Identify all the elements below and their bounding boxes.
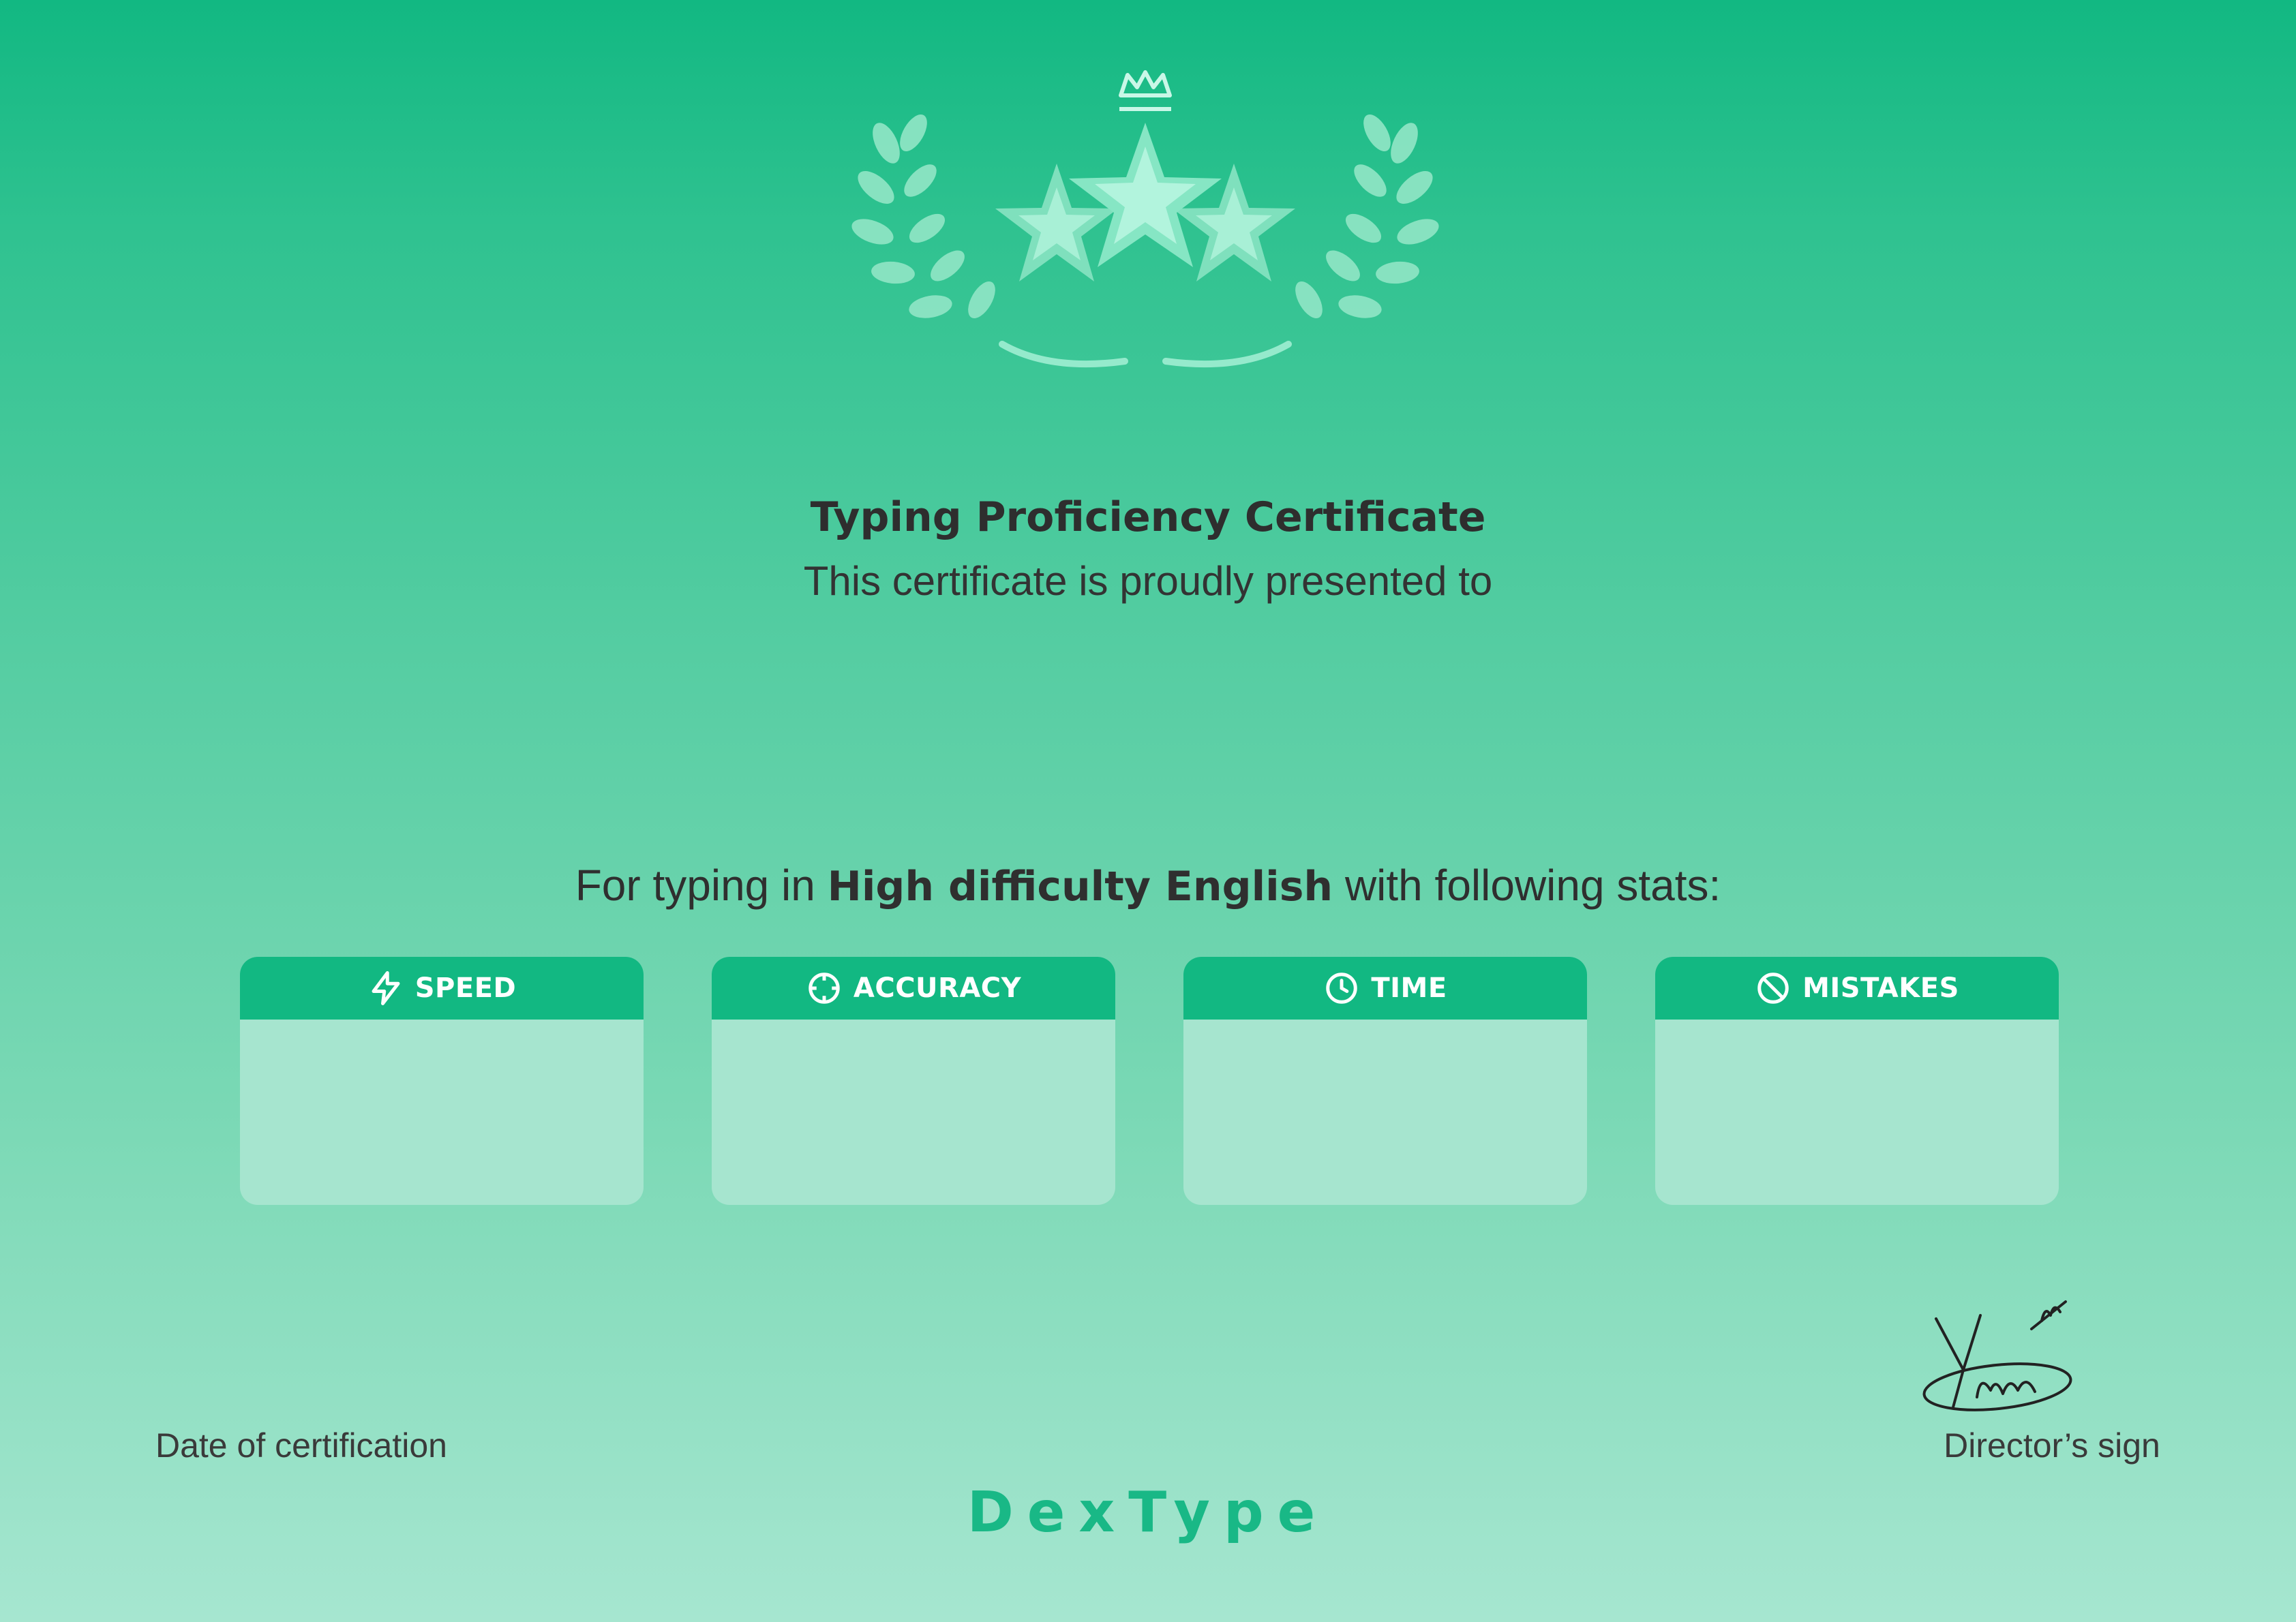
brand-logo: DexType [967,1480,1329,1545]
director-signature [1922,1300,2072,1411]
stat-label: TIME [1371,973,1447,1004]
target-icon [809,973,840,1004]
stat-card-speed: SPEED [240,957,644,1205]
left-laurel-icon [851,114,995,319]
stats-intro-after: with following stats: [1333,861,1721,910]
stat-card-mistakes: MISTAKES [1655,957,2059,1205]
lightning-icon [372,971,400,1005]
stat-card-accuracy: ACCURACY [712,957,1115,1205]
stat-label: MISTAKES [1802,973,1959,1004]
clock-icon [1326,973,1358,1004]
prohibited-icon [1757,973,1789,1004]
date-of-certification-label: Date of certification [155,1426,447,1465]
stats-intro-before: For typing in [575,861,828,910]
stat-card-header: ACCURACY [712,957,1115,1020]
stars-icon [995,123,1295,281]
stat-value-area [240,1020,644,1205]
stat-label: ACCURACY [853,973,1022,1004]
certificate-title: Typing Proficiency Certificate [810,493,1486,541]
stat-value-area [1655,1020,2059,1205]
stat-card-header: TIME [1183,957,1587,1020]
director-sign-label: Director’s sign [1944,1426,2160,1465]
right-laurel-icon [1295,114,1439,319]
stat-value-area [1183,1020,1587,1205]
certificate-subtitle: This certificate is proudly presented to [803,558,1493,604]
stat-card-time: TIME [1183,957,1587,1205]
stat-label: SPEED [414,973,517,1004]
emblem-stars-laurel [851,70,1439,368]
stats-intro-difficulty: High difficulty English [827,863,1333,911]
stat-card-header: MISTAKES [1655,957,2059,1020]
crown-icon [1119,70,1172,111]
stat-card-header: SPEED [240,957,644,1020]
stats-intro: For typing in High difficulty English wi… [0,860,2296,911]
stat-value-area [712,1020,1115,1205]
